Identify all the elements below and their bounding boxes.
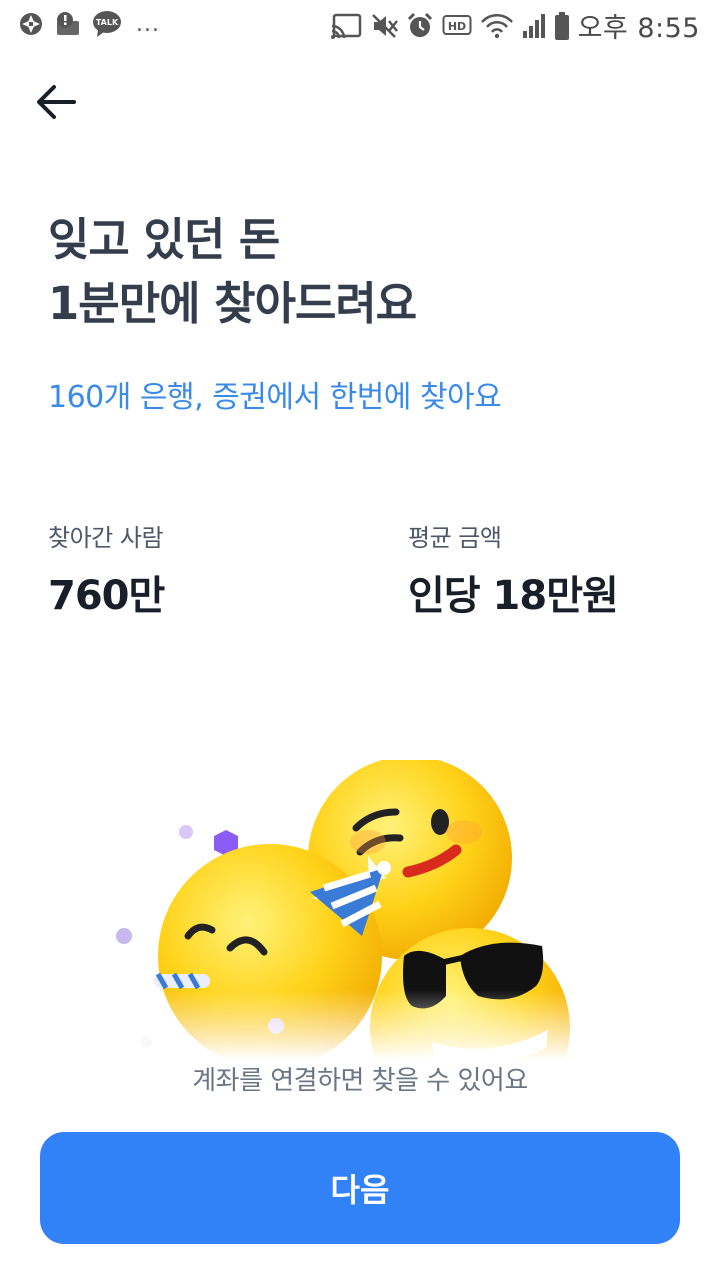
caption: 계좌를 연결하면 찾을 수 있어요 (192, 1066, 528, 1096)
title-line-1: 잊고 있던 돈 (48, 213, 280, 266)
aperture-icon (20, 13, 42, 35)
back-button[interactable] (30, 78, 84, 126)
stat-people-label: 찾아간 사람 (48, 524, 164, 552)
status-bar-right: HD 오후 8:55 (330, 6, 700, 45)
stat-average: 평균 금액 인당 18만원 (408, 518, 619, 621)
stat-people-value: 760만 (48, 573, 165, 619)
mute-icon (371, 13, 398, 38)
wifi-icon (480, 13, 513, 38)
stat-average-label: 평균 금액 (408, 524, 502, 552)
status-bar: TALK ... HD 오후 8:55 (0, 0, 720, 50)
stat-people: 찾아간 사람 760만 (48, 518, 165, 621)
alert-photo-icon (57, 12, 79, 35)
hd-icon: HD (442, 14, 472, 35)
alarm-icon (407, 12, 432, 37)
status-bar-left: TALK ... (18, 10, 160, 38)
next-button[interactable]: 다음 (40, 1132, 680, 1244)
cast-icon (330, 13, 361, 39)
emoji-faces-party-illustration (100, 760, 580, 1060)
title-line-2: 1분만에 찾아드려요 (48, 277, 417, 330)
stat-average-value: 인당 18만원 (408, 573, 619, 619)
battery-icon (554, 11, 569, 40)
kakaotalk-icon: TALK (93, 11, 121, 37)
clock: 오후 8:55 (577, 13, 700, 44)
confetti-dot (179, 825, 193, 839)
find-money-screen: TALK ... HD 오후 8:55 잊고 있던 돈 1분만에 찾아드려요 1… (0, 0, 720, 1280)
subtitle: 160개 은행, 증권에서 한번에 찾아요 (48, 380, 502, 415)
kakao-label: TALK (96, 18, 119, 27)
signal-icon (522, 13, 545, 38)
confetti-dot (116, 928, 132, 944)
more-notifications: ... (136, 11, 160, 37)
page-title: 잊고 있던 돈 1분만에 찾아드려요 (48, 208, 668, 336)
arrow-left-icon (37, 85, 76, 119)
hd-label: HD (447, 20, 465, 33)
